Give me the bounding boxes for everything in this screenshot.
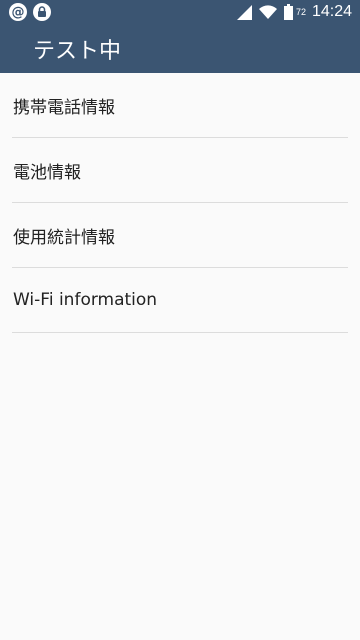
list-item-label: 使用統計情報 xyxy=(13,227,115,248)
wifi-icon xyxy=(258,4,278,20)
status-left-icons: @ xyxy=(9,3,51,21)
at-sign-icon: @ xyxy=(9,3,27,21)
battery-percent: 72 xyxy=(295,7,306,17)
list-item-battery-info[interactable]: 電池情報 xyxy=(12,138,348,203)
lock-icon xyxy=(33,3,51,21)
list-item-label: 携帯電話情報 xyxy=(13,97,115,118)
battery-icon xyxy=(283,4,293,20)
list-item-label: Wi-Fi information xyxy=(13,290,158,310)
list-item-wifi-info[interactable]: Wi-Fi information xyxy=(12,268,348,333)
app-bar: テスト中 xyxy=(0,25,360,73)
signal-icon xyxy=(236,4,252,20)
list-item-label: 電池情報 xyxy=(13,162,81,183)
menu-list: 携帯電話情報 電池情報 使用統計情報 Wi-Fi information xyxy=(0,73,360,333)
list-item-usage-stats[interactable]: 使用統計情報 xyxy=(12,203,348,268)
list-item-phone-info[interactable]: 携帯電話情報 xyxy=(12,73,348,138)
page-title: テスト中 xyxy=(33,39,122,64)
clock: 14:24 xyxy=(311,3,352,20)
status-right: 72 14:24 xyxy=(236,3,352,21)
status-bar: @ 72 14:24 xyxy=(0,0,360,25)
